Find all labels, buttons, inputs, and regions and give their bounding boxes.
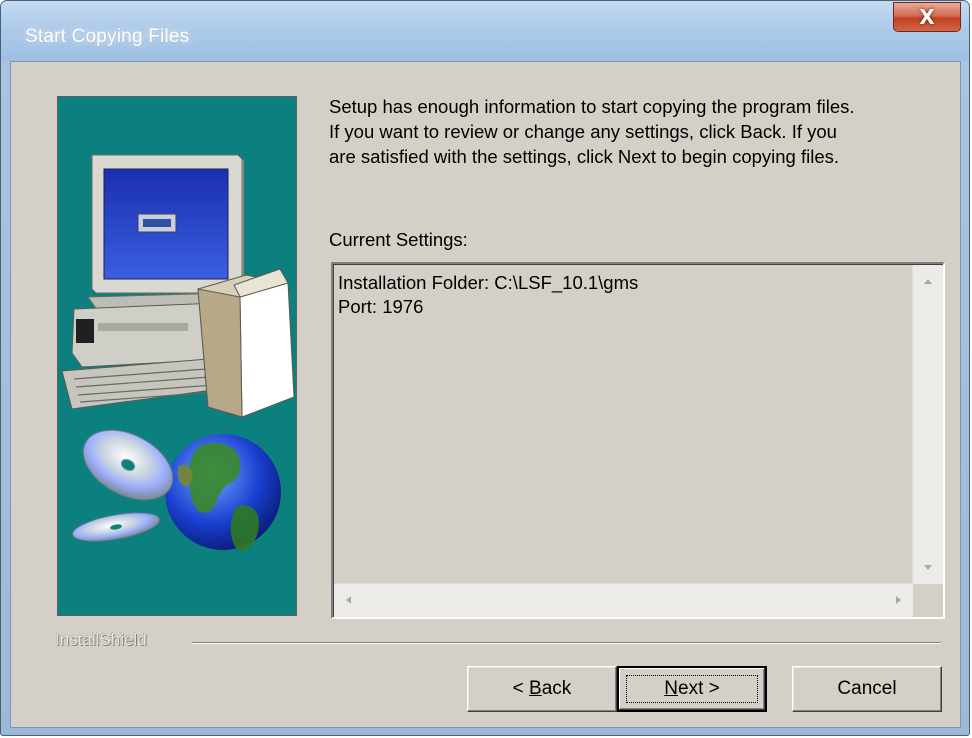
scroll-down-arrow-icon[interactable] [924, 565, 932, 570]
title-bar[interactable]: Start Copying Files [1, 1, 969, 61]
cancel-button-label: Cancel [837, 678, 897, 699]
window-title: Start Copying Files [25, 26, 190, 47]
close-button[interactable]: X [893, 2, 961, 32]
scrollbar-corner [913, 584, 943, 617]
scroll-right-arrow-icon[interactable] [896, 596, 901, 604]
dialog-window: Start Copying Files X Setup has enough i… [0, 0, 970, 736]
computer-icon [61, 154, 295, 418]
next-button[interactable]: Next > [617, 666, 767, 712]
back-button-label: < Back [512, 678, 572, 699]
cancel-button[interactable]: Cancel [792, 666, 942, 712]
setup-illustration [61, 154, 295, 551]
globe-icon [165, 434, 281, 551]
scroll-left-arrow-icon[interactable] [346, 596, 351, 604]
current-settings-label: Current Settings: [329, 229, 468, 250]
back-button[interactable]: < Back [467, 666, 617, 712]
cd-disc-icon [72, 429, 174, 542]
dialog-client-area: Setup has enough information to start co… [10, 61, 961, 728]
brand-divider [192, 642, 941, 644]
settings-content: Installation Folder: C:\LSF_10.1\gms Por… [338, 271, 638, 319]
close-icon: X [919, 5, 935, 29]
installshield-brand-label: InstallShield [55, 630, 147, 649]
intro-text: Setup has enough information to start co… [329, 96, 855, 167]
scroll-up-arrow-icon[interactable] [924, 279, 932, 284]
settings-inner: Installation Folder: C:\LSF_10.1\gms Por… [333, 264, 943, 617]
settings-line-port: Port: 1976 [338, 296, 424, 317]
current-settings-textbox[interactable]: Installation Folder: C:\LSF_10.1\gms Por… [331, 262, 945, 619]
next-button-label: Next > [664, 678, 720, 699]
horizontal-scrollbar[interactable] [334, 583, 913, 617]
vertical-scrollbar[interactable] [912, 265, 943, 584]
setup-illustration-panel [57, 96, 297, 616]
settings-line-installation-folder: Installation Folder: C:\LSF_10.1\gms [338, 272, 639, 293]
